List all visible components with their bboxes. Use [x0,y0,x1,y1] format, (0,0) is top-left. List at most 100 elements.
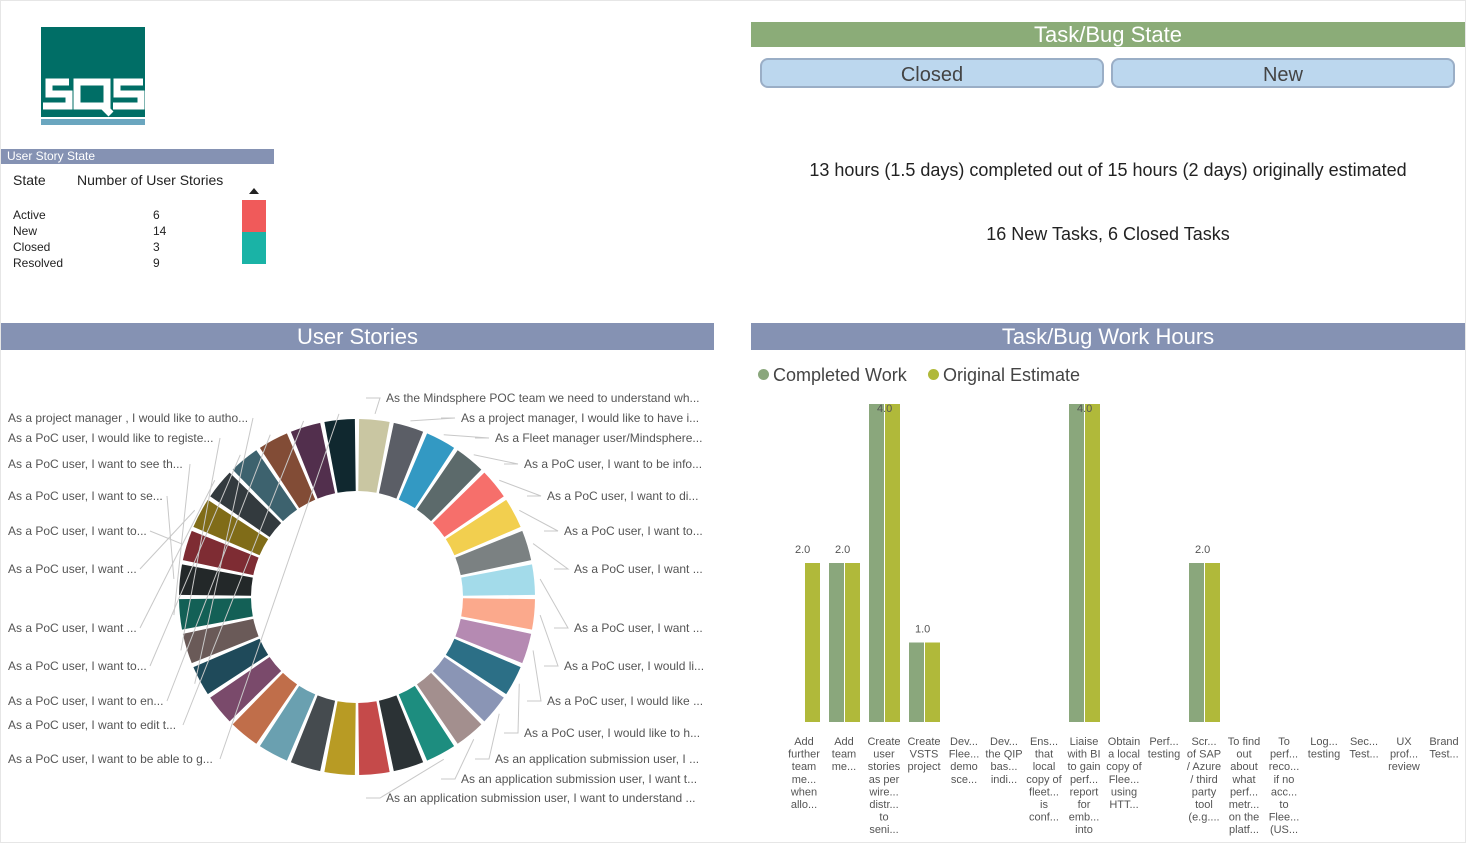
donut-slice-label: As a PoC user, I want to se... [8,489,163,503]
bar-completed-work[interactable] [1069,404,1084,722]
leader-line [473,454,519,465]
leader-line [527,650,542,702]
donut-slice-label: As a PoC user, I want to be info... [524,457,703,471]
donut-slice-label: As a PoC user, I want to be able to g... [8,752,213,766]
bar-original-estimate[interactable] [1205,563,1220,722]
bar-data-label: 4.0 [877,403,892,415]
state-column-header[interactable]: State [13,172,73,188]
leader-line [499,479,542,497]
state-row[interactable]: Active 6 [13,200,266,222]
bar-original-estimate[interactable] [845,563,860,722]
category-label: Obtain a local copy of Flee... using HTT... [1106,736,1142,811]
tasks-summary: 16 New Tasks, 6 Closed Tasks [986,224,1230,244]
state-row[interactable]: Closed 3 [13,232,266,254]
closed-filter-button[interactable]: Closed [760,58,1104,88]
completed-work-label: Completed Work [773,365,907,385]
completed-work-swatch [758,369,769,380]
donut-slice-label: As the Mindsphere POC team we need to un… [386,391,700,405]
category-label: Create user stories as per wire... distr... to… [867,736,900,836]
bar-data-label: 2.0 [835,544,850,556]
category-label: Perf... testing [1148,736,1180,761]
bar-completed-work[interactable] [1189,563,1204,722]
user-story-state-header: User Story State [1,149,274,164]
bar-completed-work[interactable] [829,563,844,722]
bar-data-label: 1.0 [915,624,930,636]
leader-line [532,543,570,570]
leader-line [166,495,175,580]
bar-original-estimate[interactable] [1085,404,1100,722]
task-bug-state-title: Task/Bug State [751,22,1465,47]
donut-slice-label: As a PoC user, I would like ... [547,694,704,708]
donut-slice-label: As a project manager , I would like to a… [8,411,249,425]
count-column-header[interactable]: Number of User Stories [77,172,223,188]
leader-line [539,614,559,667]
bar-original-estimate[interactable] [925,642,940,723]
leader-line [519,509,559,532]
leader-line [366,397,381,415]
bar-original-estimate[interactable] [805,563,820,722]
donut-slice-label: As a PoC user, I want ... [8,621,137,635]
original-estimate-label: Original Estimate [943,365,1081,385]
user-stories-title: User Stories [1,323,714,350]
sort-ascending-icon[interactable] [249,188,259,194]
donut-slice-label: As a PoC user, I want ... [574,621,703,635]
category-label: To perf... reco... if no acc... to Flee... (US.… [1269,736,1300,836]
legend-completed-work[interactable]: Completed Work [758,365,907,386]
bar-data-label: 4.0 [1077,403,1092,415]
category-label: Brand Test... [1429,736,1458,761]
donut-slice-label: As an application submission user, I ... [495,752,700,766]
donut-slice-label: As a PoC user, I would like to h... [524,726,701,740]
category-label: Dev... Flee... demo sce... [949,736,980,786]
state-color-swatch [242,248,266,264]
category-label: Sec... Test... [1349,736,1378,761]
bar-data-label: 2.0 [795,544,810,556]
donut-slice-label: As a PoC user, I want to... [8,659,147,673]
donut-slice-label: As a PoC user, I would like to registe..… [8,431,214,445]
leader-line [539,578,569,629]
state-count: 14 [153,224,167,238]
donut-slice-label: As a PoC user, I want ... [8,562,137,576]
donut-slice-label: As an application submission user, I wan… [461,772,698,786]
donut-slice-label: As a PoC user, I would li... [564,659,705,673]
donut-slice-label: As a PoC user, I want to see th... [8,457,183,471]
work-hours-title: Task/Bug Work Hours [751,323,1465,350]
state-row[interactable]: Resolved 9 [13,248,266,270]
donut-slice-label: As an application submission user, I wan… [386,791,696,805]
sqs-logo [41,27,145,125]
work-hours-bar-chart[interactable]: 2.0 Add further team me... when allo... 2.0 Add t… [751,390,1465,840]
category-label: Dev... the QIP bas... indi... [985,736,1022,786]
donut-slice-label: As a PoC user, I want ... [574,562,703,576]
state-color-swatch [242,200,266,216]
category-label: Liaise with BI to gain perf... report for emb.… [1066,736,1100,836]
state-row[interactable]: New 14 [13,216,266,238]
category-label: Create VSTS project [907,736,940,773]
state-color-swatch [242,232,266,248]
category-label: Add further team me... when allo... [788,736,820,811]
state-name: New [13,224,38,238]
donut-slice-label: As a PoC user, I want to en... [8,694,164,708]
legend-original-estimate[interactable]: Original Estimate [928,365,1080,386]
donut-slice-label: As a Fleet manager user/Mindsphere... [495,431,703,445]
bar-completed-work[interactable] [909,642,924,723]
leader-line [410,417,456,422]
donut-slice-label: As a PoC user, I want to... [564,524,703,538]
leader-line [443,434,490,439]
bar-data-label: 2.0 [1195,544,1210,556]
category-label: Scr... of SAP / Azure / third party tool (e.g.… [1187,736,1221,824]
state-name: Resolved [13,256,64,270]
state-color-swatch [242,216,266,232]
new-filter-button[interactable]: New [1111,58,1455,88]
donut-slice-label: As a project manager, I would like to ha… [461,411,700,425]
state-count: 3 [153,240,160,254]
category-label: UX prof... review [1388,736,1420,773]
category-label: Log... testing [1308,736,1340,761]
donut-slice-label: As a PoC user, I want to... [8,524,147,538]
state-name: Closed [13,240,51,254]
hours-summary: 13 hours (1.5 days) completed out of 15 … [809,160,1407,180]
category-label: To find out about what perf... metr... on the p… [1228,736,1260,836]
category-label: Ens... that local copy of fleet... is conf... [1026,736,1062,824]
donut-slice-label: As a PoC user, I want to di... [547,489,699,503]
bar-original-estimate[interactable] [885,404,900,722]
state-name: Active [13,208,46,222]
bar-completed-work[interactable] [869,404,884,722]
